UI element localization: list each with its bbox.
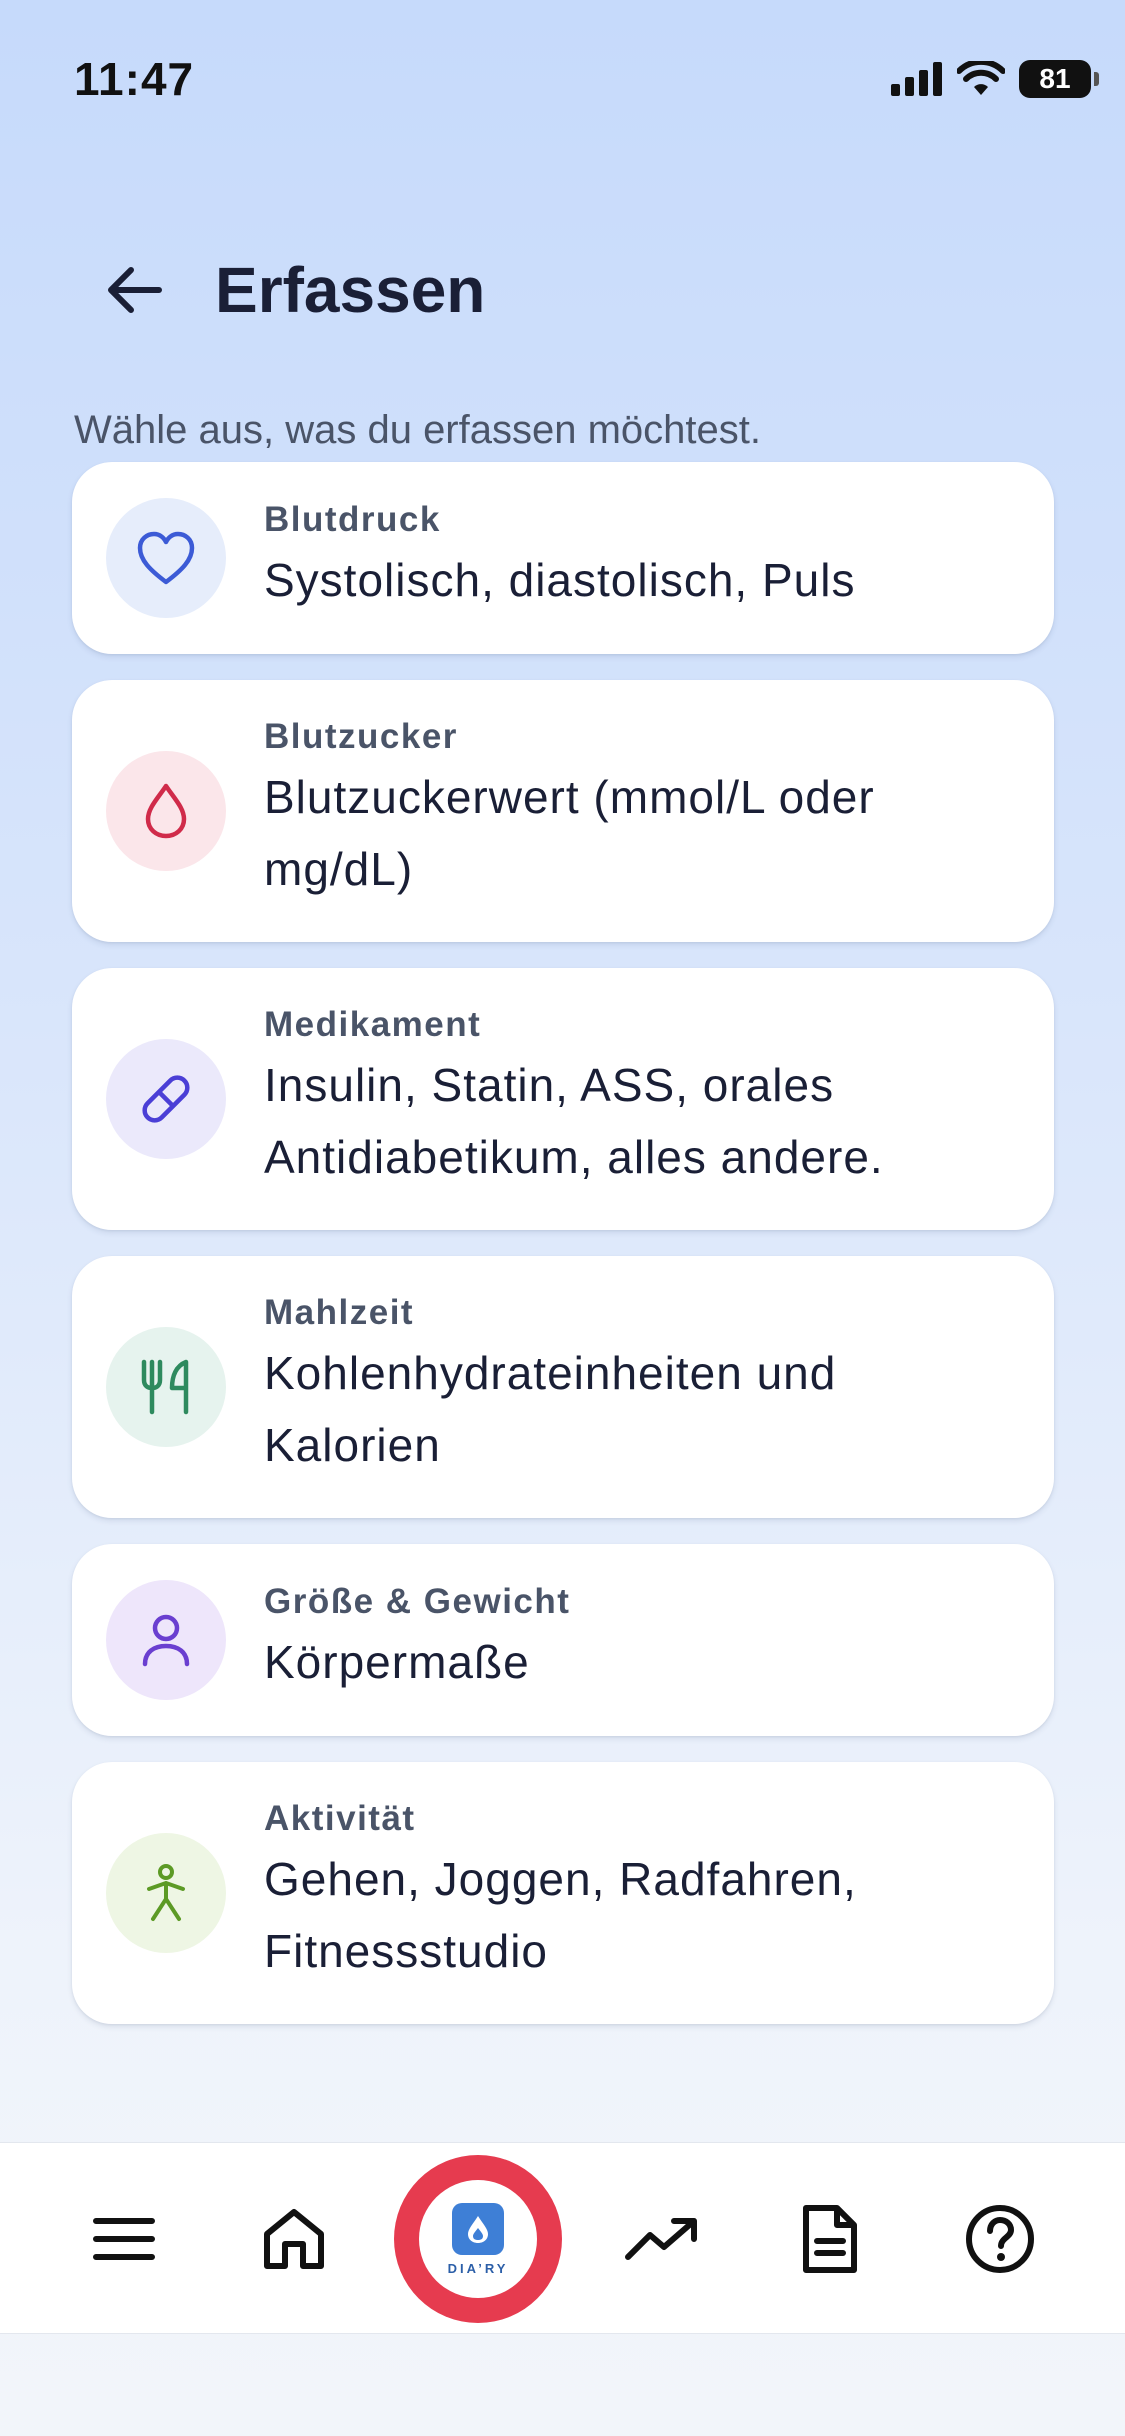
card-description: Gehen, Joggen, Radfahren, Fitnessstudio bbox=[264, 1853, 857, 1977]
status-bar: 11:47 81 bbox=[0, 0, 1125, 150]
status-time: 11:47 bbox=[74, 53, 195, 105]
document-icon bbox=[803, 2205, 857, 2273]
heart-icon bbox=[137, 531, 195, 585]
diary-logo: DIA’RY bbox=[419, 2180, 537, 2298]
card-height-weight[interactable]: Größe & Gewicht Körpermaße bbox=[72, 1544, 1054, 1736]
diary-center-button[interactable]: DIA’RY bbox=[394, 2155, 562, 2323]
page-header: Erfassen bbox=[105, 250, 485, 330]
card-description: Systolisch, diastolisch, Puls bbox=[264, 554, 856, 606]
card-description: Körpermaße bbox=[264, 1636, 530, 1688]
medication-icon-circle bbox=[106, 1039, 226, 1159]
card-title: Blutdruck bbox=[264, 500, 441, 539]
card-description: Insulin, Statin, ASS, orales Antidiabeti… bbox=[264, 1059, 884, 1183]
meal-icon-circle bbox=[106, 1327, 226, 1447]
nav-documents[interactable] bbox=[760, 2143, 900, 2335]
back-button[interactable] bbox=[105, 250, 185, 330]
fork-knife-icon bbox=[141, 1359, 189, 1415]
card-title: Größe & Gewicht bbox=[264, 1582, 571, 1621]
blood-pressure-icon-circle bbox=[106, 498, 226, 618]
entry-type-list: Blutdruck Systolisch, diastolisch, Puls … bbox=[72, 462, 1054, 2050]
card-blood-sugar[interactable]: Blutzucker Blutzuckerwert (mmol/L oder m… bbox=[72, 680, 1054, 942]
pill-icon bbox=[142, 1075, 190, 1123]
walking-icon bbox=[147, 1864, 185, 1921]
card-title: Mahlzeit bbox=[264, 1293, 415, 1332]
card-description: Kohlenhydrateinheiten und Kalorien bbox=[264, 1347, 837, 1471]
page-title: Erfassen bbox=[215, 254, 486, 326]
card-title: Blutzucker bbox=[264, 717, 458, 756]
menu-icon bbox=[93, 2218, 155, 2260]
activity-icon-circle bbox=[106, 1833, 226, 1953]
person-icon bbox=[142, 1614, 190, 1667]
wifi-icon bbox=[957, 61, 1005, 95]
battery-indicator: 81 bbox=[1019, 60, 1099, 98]
nav-help[interactable] bbox=[930, 2143, 1070, 2335]
height-weight-icon-circle bbox=[106, 1580, 226, 1700]
home-icon bbox=[264, 2209, 324, 2269]
card-title: Aktivität bbox=[264, 1799, 416, 1838]
arrow-left-icon bbox=[108, 267, 162, 313]
status-icons: 81 bbox=[891, 60, 1099, 98]
drop-icon bbox=[145, 783, 187, 839]
bottom-navigation: DIA’RY bbox=[0, 2142, 1125, 2334]
card-meal[interactable]: Mahlzeit Kohlenhydrateinheiten und Kalor… bbox=[72, 1256, 1054, 1518]
nav-menu[interactable] bbox=[54, 2143, 194, 2335]
card-activity[interactable]: Aktivität Gehen, Joggen, Radfahren, Fitn… bbox=[72, 1762, 1054, 2024]
help-icon bbox=[966, 2205, 1034, 2273]
page-subtitle: Wähle aus, was du erfassen möchtest. bbox=[74, 408, 761, 452]
trend-icon bbox=[625, 2218, 697, 2260]
card-medication[interactable]: Medikament Insulin, Statin, ASS, orales … bbox=[72, 968, 1054, 1230]
diary-logo-text: DIA’RY bbox=[447, 2260, 509, 2276]
blood-sugar-icon-circle bbox=[106, 751, 226, 871]
card-description: Blutzuckerwert (mmol/L oder mg/dL) bbox=[264, 771, 875, 895]
nav-home[interactable] bbox=[224, 2143, 364, 2335]
diary-logo-icon bbox=[452, 2202, 504, 2255]
card-title: Medikament bbox=[264, 1005, 482, 1044]
nav-trends[interactable] bbox=[592, 2143, 732, 2335]
signal-icon bbox=[891, 62, 942, 96]
card-blood-pressure[interactable]: Blutdruck Systolisch, diastolisch, Puls bbox=[72, 462, 1054, 654]
